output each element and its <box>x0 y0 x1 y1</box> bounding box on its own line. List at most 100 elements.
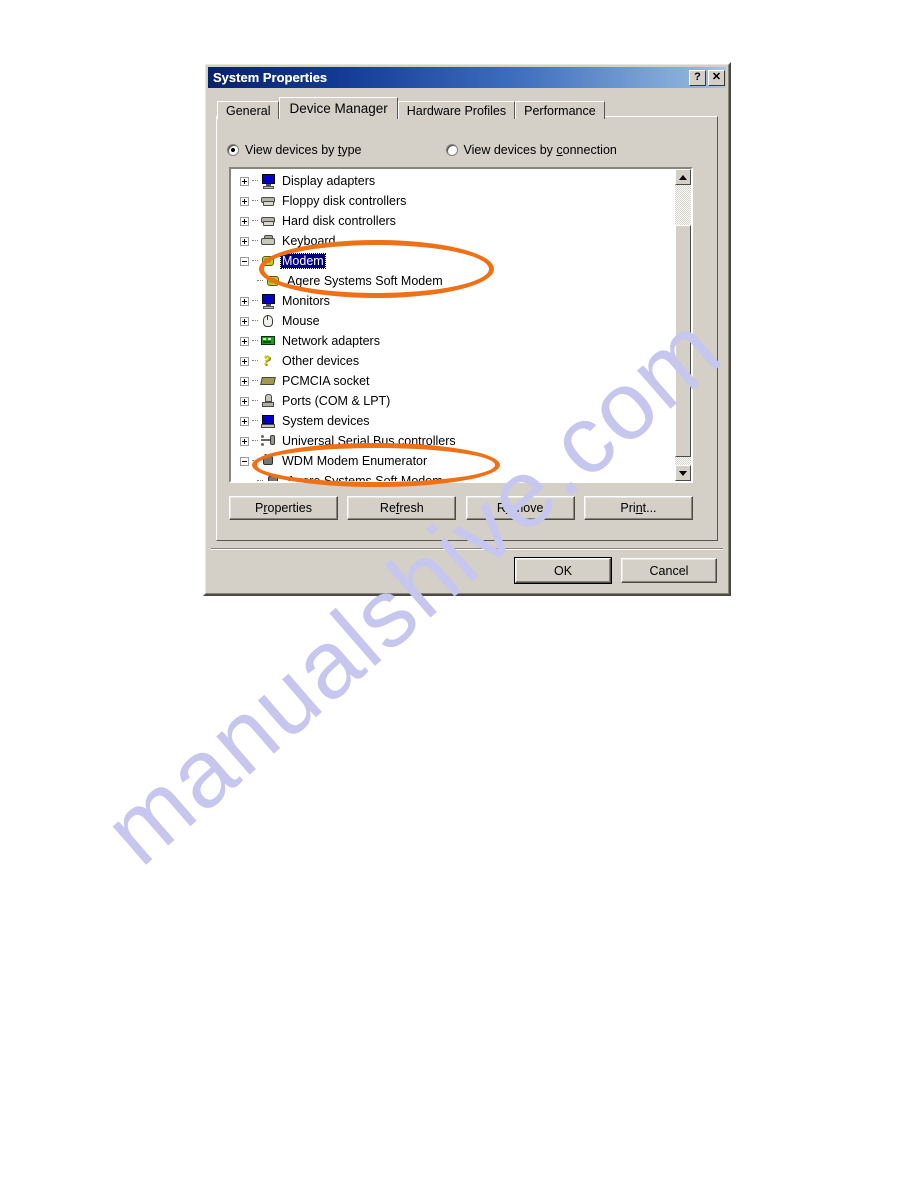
device-tree-scrollbar[interactable] <box>675 169 691 481</box>
tree-item-label: Agere Systems Soft Modem <box>287 474 443 481</box>
tab-device-manager[interactable]: Device Manager <box>279 97 398 119</box>
tree-item-mouse[interactable]: Mouse <box>231 311 675 331</box>
tab-hardware-profiles[interactable]: Hardware Profiles <box>397 101 516 119</box>
tree-item-monitors[interactable]: Monitors <box>231 291 675 311</box>
tree-item-label: Monitors <box>282 294 330 308</box>
tree-item-label: WDM Modem Enumerator <box>282 454 428 468</box>
tree-item-agere-soft-modem[interactable]: Agere Systems Soft Modem <box>231 271 675 291</box>
tab-general[interactable]: General <box>217 101 280 119</box>
radio-type-label: View devices by type <box>245 143 362 157</box>
scroll-up-button[interactable] <box>675 169 691 185</box>
scrollbar-track[interactable] <box>675 185 691 465</box>
tree-item-keyboard[interactable]: Keyboard <box>231 231 675 251</box>
expand-plus-icon[interactable] <box>240 316 249 326</box>
radio-type-indicator[interactable] <box>227 144 239 156</box>
mouse-icon <box>260 313 277 329</box>
tree-item-label: Universal Serial Bus controllers <box>282 434 456 448</box>
modem-device-icon <box>265 273 282 289</box>
remove-button[interactable]: Re move <box>465 496 575 520</box>
tree-item-hard-disk-controllers[interactable]: Hard disk controllers <box>231 211 675 231</box>
cancel-button[interactable]: Cancel <box>621 558 717 583</box>
monitor-icon <box>260 173 277 189</box>
tree-line <box>252 340 258 342</box>
tree-item-label: Floppy disk controllers <box>282 194 407 208</box>
tree-line <box>252 460 258 462</box>
tree-line <box>252 200 258 202</box>
tree-line <box>257 280 263 282</box>
wdm-icon <box>260 453 277 469</box>
window-title: System Properties <box>213 70 328 85</box>
tree-item-floppy-disk-controllers[interactable]: Floppy disk controllers <box>231 191 675 211</box>
port-icon <box>260 393 277 409</box>
tree-item-label: Other devices <box>282 354 360 368</box>
tree-line <box>252 320 258 322</box>
keyboard-icon <box>260 233 277 249</box>
help-button[interactable]: ? <box>689 69 706 86</box>
tree-item-pcmcia-socket[interactable]: PCMCIA socket <box>231 371 675 391</box>
properties-button[interactable]: Pr operties <box>229 496 338 520</box>
tree-item-label: Ports (COM & LPT) <box>282 394 391 408</box>
print-button[interactable]: Pri n t... <box>583 496 693 520</box>
tree-line <box>252 180 258 182</box>
expand-plus-icon[interactable] <box>240 176 249 186</box>
dialog-buttons: OK Cancel <box>515 558 717 583</box>
tree-line <box>257 480 263 481</box>
tree-item-other-devices[interactable]: ? Other devices <box>231 351 675 371</box>
dialog-separator <box>211 548 723 550</box>
device-action-buttons: Pr operties Re f resh Re move Pri n t... <box>229 496 693 520</box>
tree-line <box>252 260 258 262</box>
tab-strip: General Device Manager Hardware Profiles… <box>217 97 605 119</box>
tree-item-label: Mouse <box>282 314 320 328</box>
tree-line <box>252 400 258 402</box>
device-tree[interactable]: Display adapters Floppy disk controllers… <box>231 169 675 481</box>
title-bar[interactable]: System Properties ? ✕ <box>208 67 726 88</box>
expand-plus-icon[interactable] <box>240 376 249 386</box>
tree-line <box>252 300 258 302</box>
scroll-down-arrow-icon <box>679 470 687 476</box>
refresh-button[interactable]: Re f resh <box>347 496 457 520</box>
tree-item-label: Hard disk controllers <box>282 214 396 228</box>
ok-button[interactable]: OK <box>515 558 611 583</box>
expand-plus-icon[interactable] <box>240 216 249 226</box>
tree-line <box>252 220 258 222</box>
scroll-up-arrow-icon <box>679 174 687 180</box>
expand-plus-icon[interactable] <box>240 196 249 206</box>
wdm-device-icon <box>265 473 282 481</box>
tab-performance[interactable]: Performance <box>515 101 605 119</box>
drive-icon <box>260 193 277 209</box>
expand-plus-icon[interactable] <box>240 396 249 406</box>
scroll-down-button[interactable] <box>675 465 691 481</box>
monitor-icon <box>260 293 277 309</box>
radio-connection-indicator[interactable] <box>445 144 458 156</box>
tree-line <box>252 420 258 422</box>
tree-item-wdm-modem-enumerator[interactable]: WDM Modem Enumerator <box>231 451 675 471</box>
tree-line <box>252 240 258 242</box>
expand-plus-icon[interactable] <box>240 436 249 446</box>
expand-plus-icon[interactable] <box>240 296 249 306</box>
expand-plus-icon[interactable] <box>240 336 249 346</box>
tree-item-modem[interactable]: Modem <box>231 251 675 271</box>
system-properties-dialog: System Properties ? ✕ General Device Man… <box>203 62 731 596</box>
radio-view-devices-by-connection[interactable]: View devices by connection <box>445 143 617 157</box>
tree-item-label: Display adapters <box>282 174 376 188</box>
tree-item-label: Network adapters <box>282 334 380 348</box>
radio-connection-label: View devices by connection <box>463 143 617 157</box>
expand-plus-icon[interactable] <box>240 356 249 366</box>
expand-plus-icon[interactable] <box>240 416 249 426</box>
tree-item-network-adapters[interactable]: Network adapters <box>231 331 675 351</box>
tree-item-display-adapters[interactable]: Display adapters <box>231 171 675 191</box>
system-device-icon <box>260 413 277 429</box>
tree-item-system-devices[interactable]: System devices <box>231 411 675 431</box>
device-tree-container[interactable]: Display adapters Floppy disk controllers… <box>229 167 693 483</box>
close-button[interactable]: ✕ <box>708 69 725 86</box>
tree-item-usb-controllers[interactable]: Universal Serial Bus controllers <box>231 431 675 451</box>
collapse-minus-icon[interactable] <box>240 456 249 466</box>
collapse-minus-icon[interactable] <box>240 256 249 266</box>
radio-view-devices-by-type[interactable]: View devices by type <box>227 143 362 157</box>
tree-line <box>252 380 258 382</box>
tree-item-label: Keyboard <box>282 234 336 248</box>
tree-item-ports[interactable]: Ports (COM & LPT) <box>231 391 675 411</box>
expand-plus-icon[interactable] <box>240 236 249 246</box>
tree-item-wdm-agere-soft-modem[interactable]: Agere Systems Soft Modem <box>231 471 675 481</box>
scrollbar-thumb[interactable] <box>675 225 691 457</box>
